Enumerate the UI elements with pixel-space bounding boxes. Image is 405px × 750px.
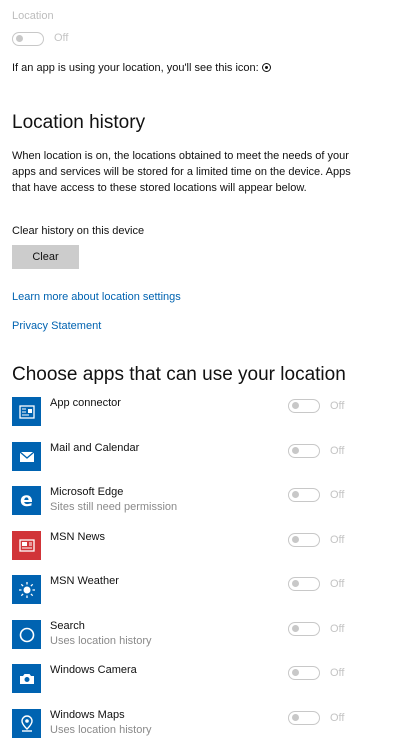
msn-news-toggle[interactable] xyxy=(288,533,320,547)
app-row-search: Search Uses location history Off xyxy=(12,620,352,652)
choose-apps-heading: Choose apps that can use your location xyxy=(12,364,346,385)
toggle-state: Off xyxy=(330,712,345,724)
toggle-state: Off xyxy=(330,667,345,679)
icon-note-text: If an app is using your location, you'll… xyxy=(12,62,259,74)
location-toggle[interactable] xyxy=(12,32,44,46)
app-subtitle: Uses location history xyxy=(50,724,152,736)
app-subtitle: Sites still need permission xyxy=(50,501,178,513)
location-history-heading: Location history xyxy=(12,112,146,133)
location-in-use-icon xyxy=(261,63,271,72)
weather-sun-icon xyxy=(12,575,41,604)
privacy-statement-link[interactable]: Privacy Statement xyxy=(12,320,101,332)
app-connector-icon xyxy=(12,397,41,426)
app-name: App connector xyxy=(50,397,121,409)
app-name: Windows Camera xyxy=(50,664,137,676)
app-row-windows-maps: Windows Maps Uses location history Off xyxy=(12,709,352,741)
app-row-windows-camera: Windows Camera Off xyxy=(12,664,352,696)
toggle-state: Off xyxy=(330,623,345,635)
app-name: Windows Maps xyxy=(50,709,125,721)
app-name: Search xyxy=(50,620,85,632)
toggle-state: Off xyxy=(330,400,345,412)
app-name: Mail and Calendar xyxy=(50,442,140,454)
search-toggle[interactable] xyxy=(288,622,320,636)
app-connector-toggle[interactable] xyxy=(288,399,320,413)
location-history-description: When location is on, the locations obtai… xyxy=(12,150,351,194)
app-row-mail-calendar: Mail and Calendar Off xyxy=(12,442,352,474)
clear-history-button[interactable]: Clear xyxy=(12,245,79,269)
microsoft-edge-toggle[interactable] xyxy=(288,488,320,502)
toggle-state: Off xyxy=(330,578,345,590)
app-name: Microsoft Edge xyxy=(50,486,124,498)
app-row-app-connector: App connector Off xyxy=(12,397,352,429)
toggle-state: Off xyxy=(330,445,345,457)
mail-icon xyxy=(12,442,41,471)
msn-weather-toggle[interactable] xyxy=(288,577,320,591)
edge-icon: e xyxy=(12,486,41,515)
toggle-state: Off xyxy=(330,534,345,546)
learn-more-link[interactable]: Learn more about location settings xyxy=(12,291,181,303)
app-subtitle: Uses location history xyxy=(50,635,152,647)
location-icon-note: If an app is using your location, you'll… xyxy=(12,62,271,74)
news-icon xyxy=(12,531,41,560)
app-row-microsoft-edge: e Microsoft Edge Sites still need permis… xyxy=(12,486,352,518)
location-label: Location xyxy=(12,10,54,22)
search-circle-icon xyxy=(12,620,41,649)
camera-icon xyxy=(12,664,41,693)
toggle-state: Off xyxy=(330,489,345,501)
app-row-msn-news: MSN News Off xyxy=(12,531,352,563)
location-toggle-state: Off xyxy=(54,32,69,44)
app-name: MSN Weather xyxy=(50,575,119,587)
app-row-msn-weather: MSN Weather Off xyxy=(12,575,352,607)
windows-camera-toggle[interactable] xyxy=(288,666,320,680)
app-name: MSN News xyxy=(50,531,106,543)
windows-maps-toggle[interactable] xyxy=(288,711,320,725)
clear-history-label: Clear history on this device xyxy=(12,225,145,237)
mail-calendar-toggle[interactable] xyxy=(288,444,320,458)
maps-icon xyxy=(12,709,41,738)
toggle-knob xyxy=(16,35,23,42)
